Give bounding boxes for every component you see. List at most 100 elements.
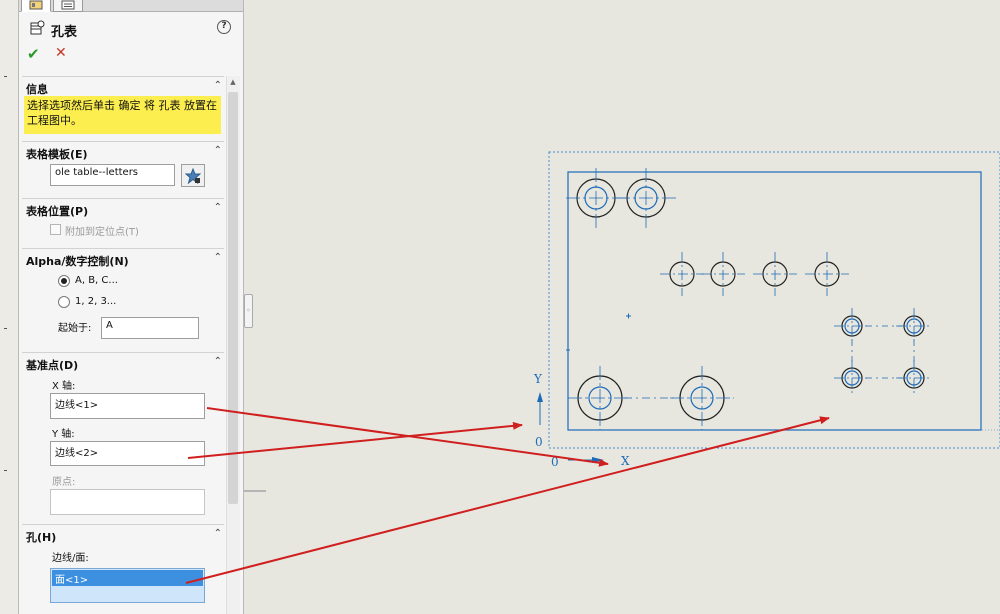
x-axis-arrow-icon xyxy=(592,457,604,463)
hole-inner-circle[interactable] xyxy=(669,261,695,287)
hole[interactable] xyxy=(616,168,676,228)
hole[interactable] xyxy=(805,252,849,296)
section-holes: 孔(H) ⌃ 边线/面: 面<1> xyxy=(22,524,224,614)
help-icon[interactable]: ? xyxy=(217,20,231,34)
origin-field[interactable] xyxy=(50,489,205,515)
section-title: 信息 xyxy=(26,83,48,96)
origin-label: 原点: xyxy=(52,477,76,488)
attach-anchor-checkbox[interactable] xyxy=(50,224,61,235)
favorite-star-icon xyxy=(185,167,201,184)
hole[interactable] xyxy=(834,360,870,396)
start-at-input[interactable]: A xyxy=(101,317,199,339)
x-axis-label: X xyxy=(621,454,630,468)
view-boundary[interactable] xyxy=(548,151,1000,449)
list-item[interactable]: 面<1> xyxy=(52,570,203,586)
frame-tick xyxy=(4,328,7,329)
tab-config-manager[interactable] xyxy=(53,0,83,12)
window-frame-left xyxy=(0,0,19,614)
section-title: 表格位置(P) xyxy=(26,205,89,218)
hole-outer-circle[interactable] xyxy=(626,178,666,218)
section-title: 孔(H) xyxy=(26,531,57,544)
manager-tabs xyxy=(19,0,243,12)
hole-outer-circle[interactable] xyxy=(841,315,863,337)
hole-inner-circle[interactable] xyxy=(844,318,860,334)
hole-inner-circle[interactable] xyxy=(584,186,608,210)
hole[interactable] xyxy=(568,366,632,430)
x-axis-label: X 轴: xyxy=(52,381,76,392)
start-at-label: 起始于: xyxy=(58,323,92,334)
hole-inner-circle[interactable] xyxy=(634,186,658,210)
radio-numeric[interactable] xyxy=(58,296,70,308)
hole[interactable] xyxy=(896,360,932,396)
origin-y-label: 0 xyxy=(535,435,543,449)
panel-splitter-handle[interactable]: ◦ xyxy=(244,294,253,328)
section-title: 基准点(D) xyxy=(26,359,79,372)
part-outline[interactable] xyxy=(567,171,982,431)
hole-outer-circle[interactable] xyxy=(903,367,925,389)
annotation-arrow xyxy=(206,407,609,467)
hole[interactable] xyxy=(834,308,870,344)
ok-icon[interactable]: ✔ xyxy=(27,45,40,63)
x-axis-field[interactable]: 边线<1> xyxy=(50,393,205,419)
frame-tick xyxy=(4,76,7,77)
property-manager-icon xyxy=(29,0,43,10)
hole[interactable] xyxy=(566,168,626,228)
tab-property-manager[interactable] xyxy=(21,0,51,12)
list-icon xyxy=(61,0,75,10)
hole-inner-circle[interactable] xyxy=(762,261,788,287)
hole-table-icon xyxy=(30,20,45,35)
property-manager-panel: 孔表 ? ✔ ✕ ▲ ☰ 信息 ⌃ 选择选项然后单击 确定 将 孔表 放置在工程… xyxy=(19,0,244,614)
hole-outer-circle[interactable] xyxy=(903,315,925,337)
holes-list[interactable]: 面<1> xyxy=(50,568,205,603)
hole-outer-circle[interactable] xyxy=(679,375,725,421)
annotation-arrow xyxy=(185,416,830,584)
hole-inner-circle[interactable] xyxy=(844,370,860,386)
hole[interactable] xyxy=(701,252,745,296)
hole[interactable] xyxy=(896,308,932,344)
section-position: 表格位置(P) ⌃ 附加到定位点(T) xyxy=(22,198,224,246)
frame-tick xyxy=(4,470,7,471)
hole[interactable] xyxy=(670,366,734,430)
hole-outer-circle[interactable] xyxy=(577,375,623,421)
collapse-icon[interactable]: ⌃ xyxy=(214,252,222,263)
favorite-template-button[interactable] xyxy=(181,164,205,187)
collapse-icon[interactable]: ⌃ xyxy=(214,145,222,156)
scroll-up-arrow-icon[interactable]: ▲ xyxy=(228,78,238,88)
collapse-icon[interactable]: ⌃ xyxy=(214,80,222,91)
collapse-icon[interactable]: ⌃ xyxy=(214,202,222,213)
y-axis-arrow-icon xyxy=(537,392,543,402)
y-axis-label: Y xyxy=(533,372,543,386)
hole-outer-circle[interactable] xyxy=(576,178,616,218)
holes-group xyxy=(566,168,932,430)
section-alpha-numeric: Alpha/数字控制(N) ⌃ A, B, C... 1, 2, 3... 起始… xyxy=(22,248,224,350)
section-info: 信息 ⌃ 选择选项然后单击 确定 将 孔表 放置在工程图中。 xyxy=(22,76,224,138)
pm-header: 孔表 ? ✔ ✕ xyxy=(19,14,243,74)
hole-inner-circle[interactable] xyxy=(906,318,922,334)
hole-inner-circle[interactable] xyxy=(710,261,736,287)
collapse-icon[interactable]: ⌃ xyxy=(214,528,222,539)
attach-anchor-label: 附加到定位点(T) xyxy=(65,227,139,238)
hole-inner-circle[interactable] xyxy=(814,261,840,287)
hole[interactable] xyxy=(753,252,797,296)
radio-alpha-label: A, B, C... xyxy=(75,275,118,286)
y-axis-label: Y 轴: xyxy=(52,429,75,440)
radio-alpha[interactable] xyxy=(58,275,70,287)
y-axis-field[interactable]: 边线<2> xyxy=(50,441,205,466)
section-title: 表格模板(E) xyxy=(26,148,88,161)
origin-x-label: 0 xyxy=(551,455,559,469)
hole-inner-circle[interactable] xyxy=(588,386,612,410)
hole-outer-circle[interactable] xyxy=(841,367,863,389)
hole[interactable] xyxy=(660,252,704,296)
canvas-mark xyxy=(244,490,266,492)
collapse-icon[interactable]: ⌃ xyxy=(214,356,222,367)
section-datum: 基准点(D) ⌃ X 轴: 边线<1> Y 轴: 边线<2> 原点: xyxy=(22,352,224,522)
hole-inner-circle[interactable] xyxy=(690,386,714,410)
scroll-thumb[interactable] xyxy=(228,92,238,504)
hole-inner-circle[interactable] xyxy=(906,370,922,386)
edges-faces-label: 边线/面: xyxy=(52,553,89,564)
template-input[interactable]: ole table--letters xyxy=(50,164,175,186)
section-title: Alpha/数字控制(N) xyxy=(26,255,129,268)
page-title: 孔表 xyxy=(51,25,78,40)
section-template: 表格模板(E) ⌃ ole table--letters xyxy=(22,141,224,195)
cancel-icon[interactable]: ✕ xyxy=(55,45,67,61)
